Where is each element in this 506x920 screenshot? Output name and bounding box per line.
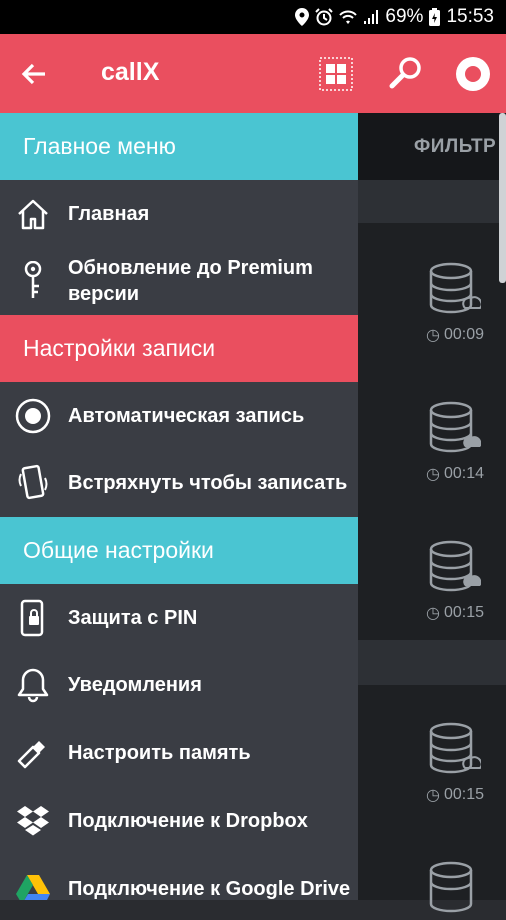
- clock: 15:53: [446, 6, 494, 27]
- bell-icon: [15, 667, 51, 703]
- location-icon: [295, 8, 310, 26]
- recording-item[interactable]: ◷ 00:09: [420, 262, 490, 345]
- navigation-drawer: Главное меню Главная Обновление до Premi…: [0, 113, 358, 900]
- menu-item-premium-upgrade[interactable]: Обновление до Premium версии: [0, 247, 358, 315]
- wifi-icon: [339, 9, 358, 25]
- menu-item-label: Обновление до Premium версии: [68, 257, 313, 305]
- recording-duration: 00:15: [443, 786, 484, 803]
- recording-duration: 00:15: [443, 604, 484, 621]
- clock-icon: ◷: [425, 605, 440, 622]
- scrollbar[interactable]: [499, 113, 506, 283]
- google-drive-icon: [15, 871, 51, 900]
- menu-item-label: Защита с PIN: [68, 606, 198, 629]
- clock-icon: ◷: [425, 466, 440, 483]
- menu-item-label: Подключение к Dropbox: [68, 810, 308, 832]
- section-header-main-menu: Главное меню: [0, 113, 358, 180]
- battery-percent: 69%: [385, 6, 424, 27]
- battery-charging-icon: [429, 8, 441, 26]
- menu-item-label: Встряхнуть чтобы записать: [68, 472, 348, 494]
- section-header-recording-settings: Настройки записи: [0, 315, 358, 382]
- menu-item-storage-settings[interactable]: Настроить память: [0, 719, 358, 787]
- grid-view-icon[interactable]: [319, 57, 353, 91]
- search-icon[interactable]: [388, 55, 424, 91]
- recording-duration: 00:09: [443, 326, 484, 343]
- menu-item-home[interactable]: Главная: [0, 180, 358, 247]
- section-header-general-settings: Общие настройки: [0, 517, 358, 584]
- recording-item[interactable]: [420, 861, 490, 920]
- menu-item-label: Подключение к Google Drive: [68, 878, 351, 900]
- key-icon: [15, 261, 51, 299]
- menu-item-shake-to-record[interactable]: Встряхнуть чтобы записать: [0, 449, 358, 517]
- database-cloud-icon: [429, 262, 483, 314]
- app-bar: callX: [0, 34, 506, 113]
- app-title: callX: [101, 58, 160, 86]
- menu-item-google-drive[interactable]: Подключение к Google Drive: [0, 855, 358, 900]
- signal-icon: [363, 9, 379, 25]
- record-icon[interactable]: [455, 56, 491, 92]
- record-toggle-icon: [15, 398, 51, 434]
- home-icon: [15, 196, 51, 232]
- dropbox-icon: [15, 803, 51, 839]
- menu-item-dropbox[interactable]: Подключение к Dropbox: [0, 787, 358, 855]
- alarm-icon: [315, 8, 334, 26]
- menu-item-label: Главная: [68, 202, 150, 225]
- recording-duration: 00:14: [443, 465, 484, 482]
- menu-item-label: Автоматическая запись: [68, 404, 305, 427]
- recording-item[interactable]: ◷ 00:15: [420, 722, 490, 805]
- menu-item-notifications[interactable]: Уведомления: [0, 651, 358, 719]
- clock-icon: ◷: [425, 787, 440, 804]
- recording-item[interactable]: ◷ 00:14: [420, 401, 490, 484]
- database-cloud-icon: [429, 722, 483, 774]
- status-bar: 69% 15:53: [0, 0, 506, 34]
- recording-item[interactable]: ◷ 00:15: [420, 540, 490, 623]
- filter-tab[interactable]: ФИЛЬТР: [414, 136, 496, 158]
- menu-item-pin-protection[interactable]: Защита с PIN: [0, 584, 358, 651]
- menu-item-auto-record[interactable]: Автоматическая запись: [0, 382, 358, 449]
- database-icon: [429, 861, 473, 913]
- pin-lock-icon: [15, 599, 51, 636]
- usb-storage-icon: [15, 735, 51, 771]
- menu-item-label: Уведомления: [68, 674, 202, 696]
- database-cloud-icon: [429, 540, 482, 592]
- back-arrow-icon[interactable]: [18, 58, 50, 90]
- database-cloud-icon: [429, 401, 482, 453]
- clock-icon: ◷: [425, 327, 440, 344]
- menu-item-label: Настроить память: [68, 742, 251, 764]
- shake-phone-icon: [15, 464, 51, 501]
